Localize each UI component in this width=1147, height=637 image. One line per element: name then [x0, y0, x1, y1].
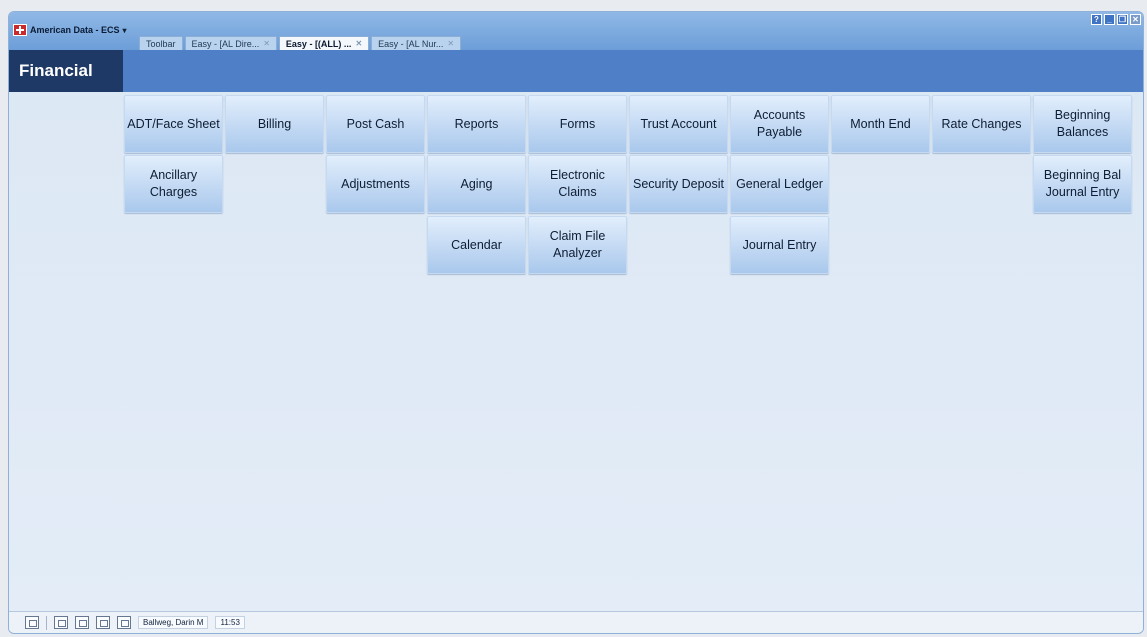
journal-entry-button[interactable]: Journal Entry: [730, 216, 829, 274]
user-name: Ballweg, Darin M: [138, 616, 209, 629]
status-bar: Ballweg, Darin M 11:53: [9, 611, 1143, 633]
beginning-bal-journal-entry-button[interactable]: Beginning Bal Journal Entry: [1033, 155, 1132, 213]
tab-easy-all[interactable]: Easy - [(ALL) ... ✕: [278, 36, 370, 51]
app-window: American Data - ECS ▾ Toolbar Easy - [AL…: [8, 11, 1144, 634]
rate-changes-button[interactable]: Rate Changes: [932, 95, 1031, 153]
ancillary-charges-button[interactable]: Ancillary Charges: [124, 155, 223, 213]
close-tab-icon[interactable]: ✕: [263, 37, 270, 51]
adjustments-button[interactable]: Adjustments: [326, 155, 425, 213]
window-controls: ? _ ❐ ✕: [1091, 14, 1141, 25]
adt-face-sheet-button[interactable]: ADT/Face Sheet: [124, 95, 223, 153]
billing-button[interactable]: Billing: [225, 95, 324, 153]
computer-icon[interactable]: [25, 616, 39, 629]
minimize-icon[interactable]: _: [1104, 14, 1115, 25]
alert-icon[interactable]: [54, 616, 68, 629]
close-tab-icon[interactable]: ✕: [355, 37, 362, 51]
restore-icon[interactable]: ❐: [1117, 14, 1128, 25]
clock-time: 11:53: [215, 616, 245, 629]
tab-easy-al-nur[interactable]: Easy - [AL Nur... ✕: [371, 36, 462, 51]
security-deposit-button[interactable]: Security Deposit: [629, 155, 728, 213]
post-cash-button[interactable]: Post Cash: [326, 95, 425, 153]
beginning-balances-button[interactable]: Beginning Balances: [1033, 95, 1132, 153]
mail-icon[interactable]: [75, 616, 89, 629]
accounts-payable-button[interactable]: Accounts Payable: [730, 95, 829, 153]
electronic-claims-button[interactable]: Electronic Claims: [528, 155, 627, 213]
general-ledger-button[interactable]: General Ledger: [730, 155, 829, 213]
tab-easy-al-dire[interactable]: Easy - [AL Dire... ✕: [184, 36, 277, 51]
tile-grid: ADT/Face Sheet Billing Post Cash Reports…: [9, 92, 1143, 613]
help-icon[interactable]: ?: [1091, 14, 1102, 25]
status-divider: [46, 615, 47, 630]
app-menu[interactable]: American Data - ECS ▾: [13, 24, 127, 36]
claim-file-analyzer-button[interactable]: Claim File Analyzer: [528, 216, 627, 274]
message-icon[interactable]: [117, 616, 131, 629]
aging-button[interactable]: Aging: [427, 155, 526, 213]
app-logo-icon: [13, 24, 27, 36]
page-title: Financial: [9, 50, 123, 92]
tab-toolbar[interactable]: Toolbar: [139, 36, 183, 50]
title-bar: American Data - ECS ▾ Toolbar Easy - [AL…: [9, 12, 1143, 50]
calendar-button[interactable]: Calendar: [427, 216, 526, 274]
forms-button[interactable]: Forms: [528, 95, 627, 153]
trust-account-button[interactable]: Trust Account: [629, 95, 728, 153]
month-end-button[interactable]: Month End: [831, 95, 930, 153]
home-icon[interactable]: [96, 616, 110, 629]
reports-button[interactable]: Reports: [427, 95, 526, 153]
close-icon[interactable]: ✕: [1130, 14, 1141, 25]
app-title: American Data - ECS: [30, 25, 120, 35]
close-tab-icon[interactable]: ✕: [447, 37, 454, 51]
module-header: Financial: [9, 50, 1143, 92]
document-tabs: Toolbar Easy - [AL Dire... ✕ Easy - [(ALL…: [139, 36, 462, 51]
chevron-down-icon[interactable]: ▾: [123, 26, 127, 35]
